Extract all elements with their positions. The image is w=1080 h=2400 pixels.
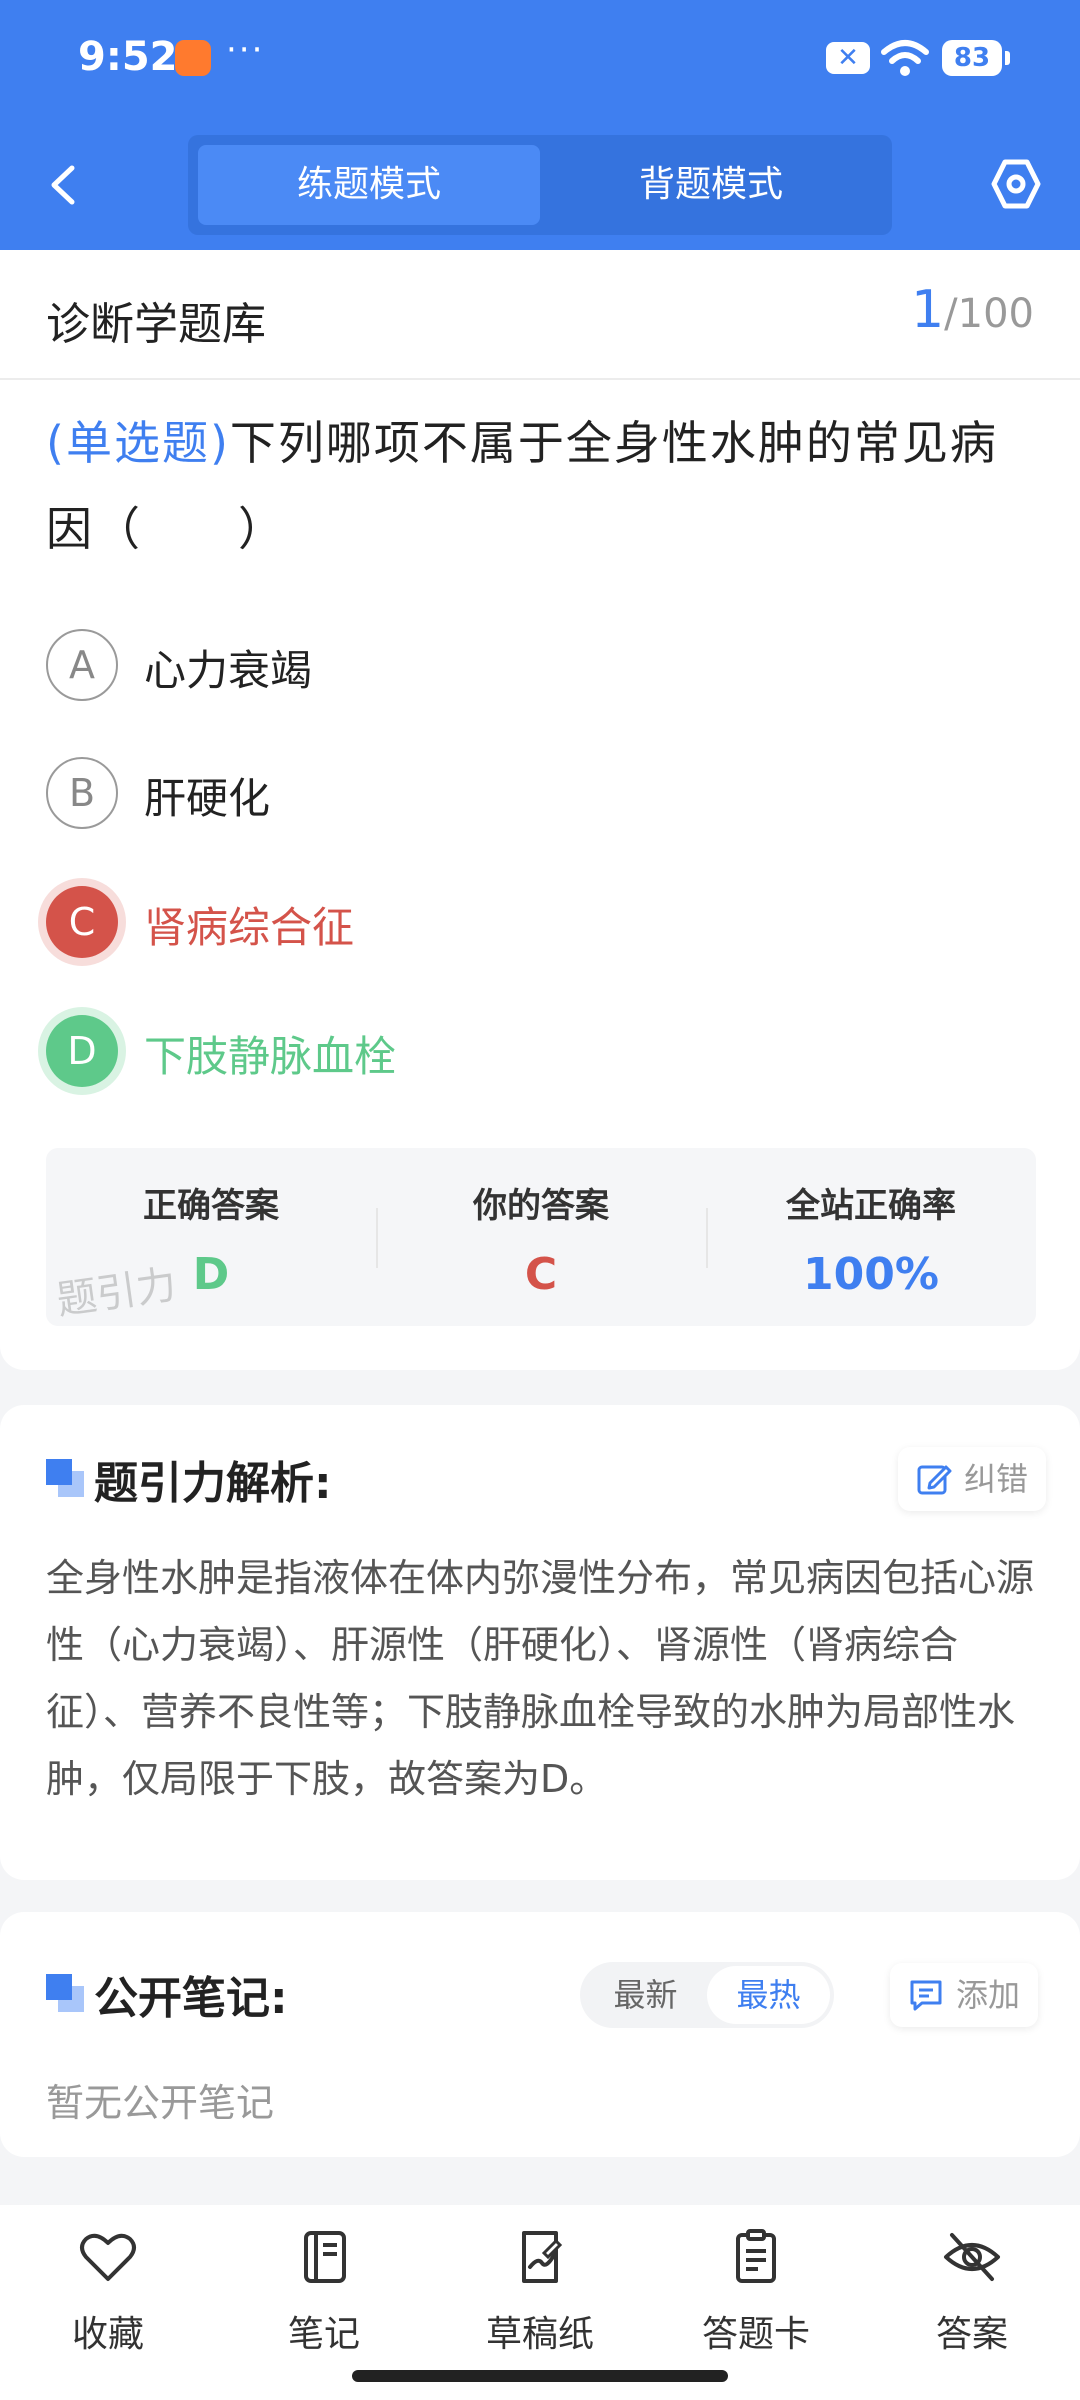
back-chevron-icon[interactable] (40, 160, 90, 210)
analysis-title: 题引力解析: (94, 1458, 332, 1509)
home-indicator[interactable] (352, 2370, 728, 2382)
stat-label: 正确答案 (143, 1186, 279, 1226)
option-text: 肾病综合征 (144, 903, 355, 952)
notes-sort-toggle: 最新 最热 (580, 1962, 834, 2028)
show-answer-button[interactable]: 答案 (864, 2205, 1080, 2400)
edit-icon (917, 1465, 952, 1495)
section-squares-icon (46, 1459, 86, 1499)
option-letter: A (46, 629, 118, 701)
settings-hexagon-icon[interactable] (990, 158, 1042, 210)
option-text: 肝硬化 (144, 774, 271, 823)
stat-correct-answer: 正确答案 D 题引力 (46, 1148, 376, 1326)
analysis-card: 题引力解析: 纠错 全身性水肿是指液体在体内弥漫性分布，常见病因包括心源性（心力… (0, 1405, 1080, 1880)
nav-label: 收藏 (71, 2314, 144, 2355)
favorite-button[interactable]: 收藏 (0, 2205, 216, 2400)
add-note-label: 添加 (956, 1976, 1021, 2014)
stat-label: 全站正确率 (786, 1186, 956, 1226)
stat-value: C (524, 1249, 558, 1300)
public-notes-card: 公开笔记: 最新 最热 添加 暂无公开笔记 (0, 1912, 1080, 2157)
add-note-button[interactable]: 添加 (890, 1963, 1039, 2027)
stat-label: 你的答案 (473, 1186, 609, 1226)
sort-hottest[interactable]: 最热 (707, 1966, 830, 2024)
pager-total: /100 (944, 291, 1034, 337)
question-pager[interactable]: 1/100 (911, 280, 1034, 340)
stat-site-accuracy: 全站正确率 100% (706, 1148, 1036, 1326)
nav-label: 草稿纸 (485, 2314, 594, 2355)
option-c[interactable]: C 肾病综合征 (46, 882, 946, 962)
option-letter: B (46, 757, 118, 829)
option-d[interactable]: D 下肢静脉血栓 (46, 1011, 946, 1091)
notes-title: 公开笔记: (94, 1973, 288, 2024)
more-notifications-icon: ··· (226, 30, 265, 70)
option-text: 下肢静脉血栓 (144, 1032, 397, 1081)
no-sim-icon: ✕ (826, 42, 870, 74)
notes-empty-message: 暂无公开笔记 (46, 2081, 275, 2125)
report-error-button[interactable]: 纠错 (898, 1447, 1047, 1511)
question-text: (单选题)下列哪项不属于全身性水肿的常见病因（ ） (46, 400, 1040, 572)
stat-value: 100% (803, 1249, 939, 1300)
app-header: 9:52 ··· ✕ 83 练题模式 背题模式 (0, 0, 1080, 250)
question-type: (单选题) (46, 416, 230, 470)
nav-label: 笔记 (287, 2314, 360, 2355)
pager-current: 1 (911, 280, 945, 340)
draft-icon (522, 2231, 563, 2283)
comment-icon (910, 1980, 942, 2011)
eye-off-icon (944, 2233, 1000, 2281)
battery-indicator: 83 (942, 40, 1010, 76)
option-letter: C (46, 886, 118, 958)
sort-newest[interactable]: 最新 (584, 1966, 707, 2024)
question-bank-title: 诊断学题库 (46, 299, 266, 350)
option-b[interactable]: B 肝硬化 (46, 753, 946, 833)
status-bar: 9:52 ··· ✕ 83 (0, 0, 1080, 120)
answer-stats: 正确答案 D 题引力 你的答案 C 全站正确率 100% (46, 1148, 1036, 1326)
answer-card-icon (736, 2229, 776, 2283)
nav-label: 答题卡 (701, 2314, 810, 2355)
notebook-icon (304, 2231, 346, 2283)
question-card: 诊断学题库 1/100 (单选题)下列哪项不属于全身性水肿的常见病因（ ） A … (0, 250, 1080, 1370)
option-letter: D (46, 1015, 118, 1087)
app-notification-icon (175, 40, 211, 76)
stat-your-answer: 你的答案 C (376, 1148, 706, 1326)
option-text: 心力衰竭 (144, 646, 313, 695)
analysis-text: 全身性水肿是指液体在体内弥漫性分布，常见病因包括心源性（心力衰竭）、肝源性（肝硬… (46, 1556, 1035, 1801)
tab-practice-mode[interactable]: 练题模式 (198, 145, 540, 225)
bank-row: 诊断学题库 1/100 (0, 250, 1080, 380)
section-squares-icon (46, 1974, 86, 2014)
status-time: 9:52 (78, 34, 178, 80)
report-error-label: 纠错 (964, 1460, 1029, 1498)
tab-memorize-mode[interactable]: 背题模式 (540, 145, 882, 225)
nav-label: 答案 (935, 2314, 1008, 2355)
mode-tabs: 练题模式 背题模式 (188, 135, 892, 235)
option-a[interactable]: A 心力衰竭 (46, 625, 946, 705)
wifi-icon (881, 40, 929, 76)
heart-icon (80, 2233, 136, 2281)
